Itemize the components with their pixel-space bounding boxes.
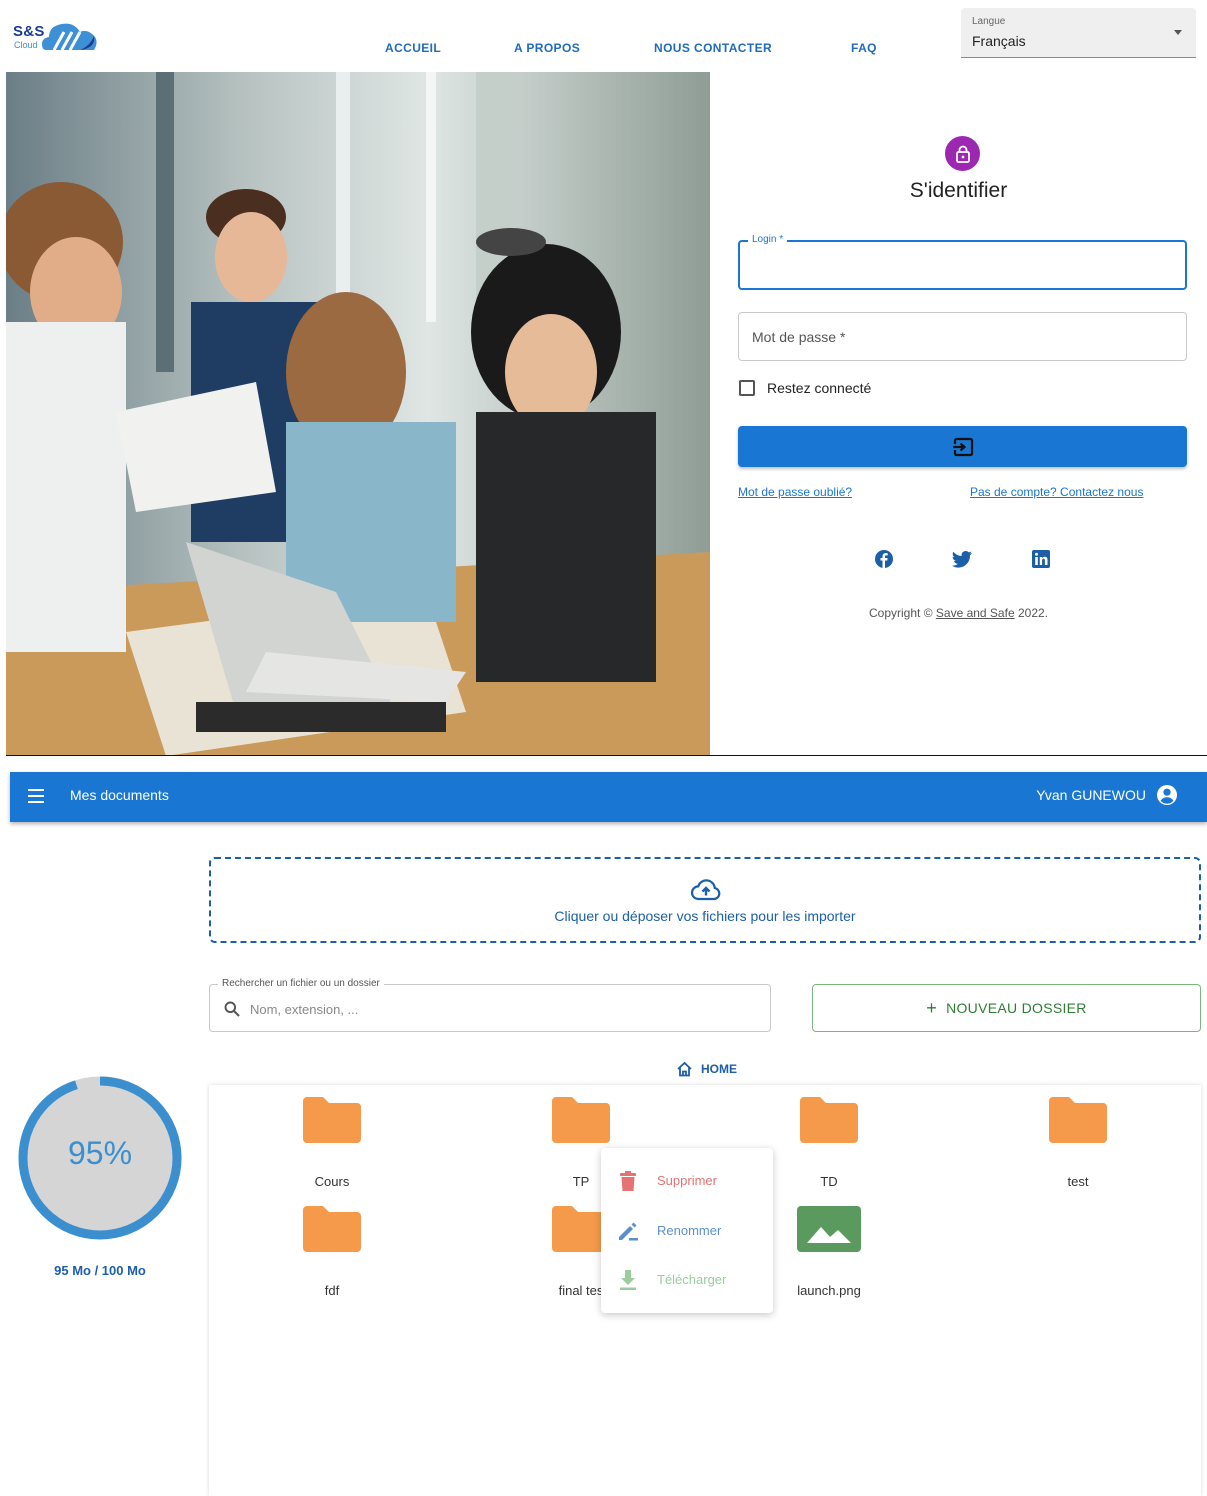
- login-label: Login *: [748, 234, 788, 245]
- account-circle-icon[interactable]: [1156, 784, 1178, 806]
- folder-icon: [303, 1206, 361, 1252]
- plus-icon: +: [926, 998, 938, 1018]
- cloud-upload-icon: [691, 879, 721, 901]
- search-input[interactable]: Rechercher un fichier ou un dossier Nom,…: [209, 978, 771, 1032]
- menu-item-label: Supprimer: [657, 1173, 717, 1188]
- password-field[interactable]: Mot de passe *: [738, 312, 1187, 361]
- logo-text: S&S: [13, 23, 45, 40]
- quota-percent: 95%: [67, 1135, 133, 1171]
- dropdown-arrow-icon: [1174, 30, 1182, 35]
- image-icon: [797, 1206, 861, 1252]
- file-name: fdf: [324, 1283, 340, 1298]
- app-title: Mes documents: [70, 787, 169, 803]
- save-and-safe-link[interactable]: Save and Safe: [936, 606, 1015, 620]
- password-placeholder: Mot de passe *: [752, 329, 846, 345]
- remember-me[interactable]: Restez connecté: [739, 379, 871, 397]
- contact-us-link[interactable]: Pas de compte? Contactez nous: [970, 485, 1143, 499]
- copyright-prefix: Copyright ©: [869, 606, 933, 620]
- menu-item-label: Renommer: [657, 1223, 722, 1238]
- copyright-year: 2022.: [1017, 606, 1048, 620]
- search-placeholder: Nom, extension, ...: [250, 1002, 359, 1017]
- trash-icon: [620, 1171, 636, 1191]
- home-icon: [677, 1061, 692, 1077]
- folder-icon: [800, 1097, 858, 1143]
- folder-icon: [552, 1097, 610, 1143]
- breadcrumb[interactable]: HOME: [676, 1060, 737, 1078]
- language-select[interactable]: Langue Français: [961, 8, 1196, 58]
- top-navigation: S&S Cloud ACCUEIL A PROPOS NOUS CONTACTE…: [0, 0, 1207, 72]
- search-label: Rechercher un fichier ou un dossier: [218, 978, 384, 989]
- remember-checkbox[interactable]: [739, 380, 755, 396]
- lock-icon: [955, 145, 970, 163]
- folder-icon: [1049, 1097, 1107, 1143]
- linkedin-icon[interactable]: [1031, 549, 1051, 569]
- menu-item-rename[interactable]: Renommer: [601, 1215, 773, 1245]
- nav-faq[interactable]: FAQ: [851, 41, 877, 55]
- download-icon: [620, 1270, 636, 1290]
- lock-avatar: [945, 136, 980, 171]
- menu-item-label: Télécharger: [657, 1272, 727, 1287]
- new-folder-label: NOUVEAU DOSSIER: [946, 1000, 1087, 1016]
- search-icon: [224, 1001, 240, 1017]
- login-panel: S'identifier Login * Mot de passe * Rest…: [710, 72, 1207, 756]
- edit-icon: [619, 1222, 638, 1241]
- user-name[interactable]: Yvan GUNEWOU: [1036, 787, 1146, 803]
- language-value: Français: [972, 33, 1026, 49]
- forgot-password-link[interactable]: Mot de passe oublié?: [738, 485, 852, 499]
- login-field[interactable]: Login *: [738, 234, 1187, 290]
- folder-icon: [303, 1097, 361, 1143]
- logo[interactable]: S&S Cloud: [12, 18, 97, 58]
- nav-a-propos[interactable]: A PROPOS: [514, 41, 580, 55]
- file-name: test: [1067, 1174, 1089, 1189]
- section-divider: [6, 755, 1207, 756]
- twitter-icon[interactable]: [952, 549, 972, 569]
- language-label: Langue: [972, 16, 1006, 27]
- quota-usage: 95 Mo / 100 Mo: [54, 1263, 146, 1278]
- new-folder-button[interactable]: + NOUVEAU DOSSIER: [812, 984, 1201, 1032]
- menu-item-delete[interactable]: Supprimer: [601, 1165, 773, 1195]
- upload-dropzone[interactable]: Cliquer ou déposer vos fichiers pour les…: [209, 857, 1201, 943]
- remember-label: Restez connecté: [767, 380, 872, 396]
- nav-nous-contacter[interactable]: NOUS CONTACTER: [654, 41, 772, 55]
- logo-subtext: Cloud: [14, 40, 38, 50]
- copyright: Copyright © Save and Safe 2022.: [710, 606, 1207, 620]
- nav-accueil[interactable]: ACCUEIL: [385, 41, 441, 55]
- cloud-logo-icon: [42, 23, 97, 51]
- login-icon: [951, 437, 973, 456]
- login-title: S'identifier: [909, 179, 1008, 202]
- login-button[interactable]: [738, 426, 1187, 467]
- context-menu: Supprimer Renommer Télécharger: [601, 1148, 773, 1313]
- dropzone-text: Cliquer ou déposer vos fichiers pour les…: [554, 908, 856, 924]
- file-name: Cours: [314, 1174, 350, 1189]
- app-bar: Mes documents Yvan GUNEWOU: [10, 772, 1207, 822]
- menu-item-download[interactable]: Télécharger: [601, 1264, 773, 1294]
- facebook-icon[interactable]: [874, 549, 894, 569]
- hero-image: [6, 72, 710, 756]
- hamburger-menu-icon[interactable]: [28, 789, 44, 803]
- breadcrumb-home: HOME: [701, 1062, 737, 1076]
